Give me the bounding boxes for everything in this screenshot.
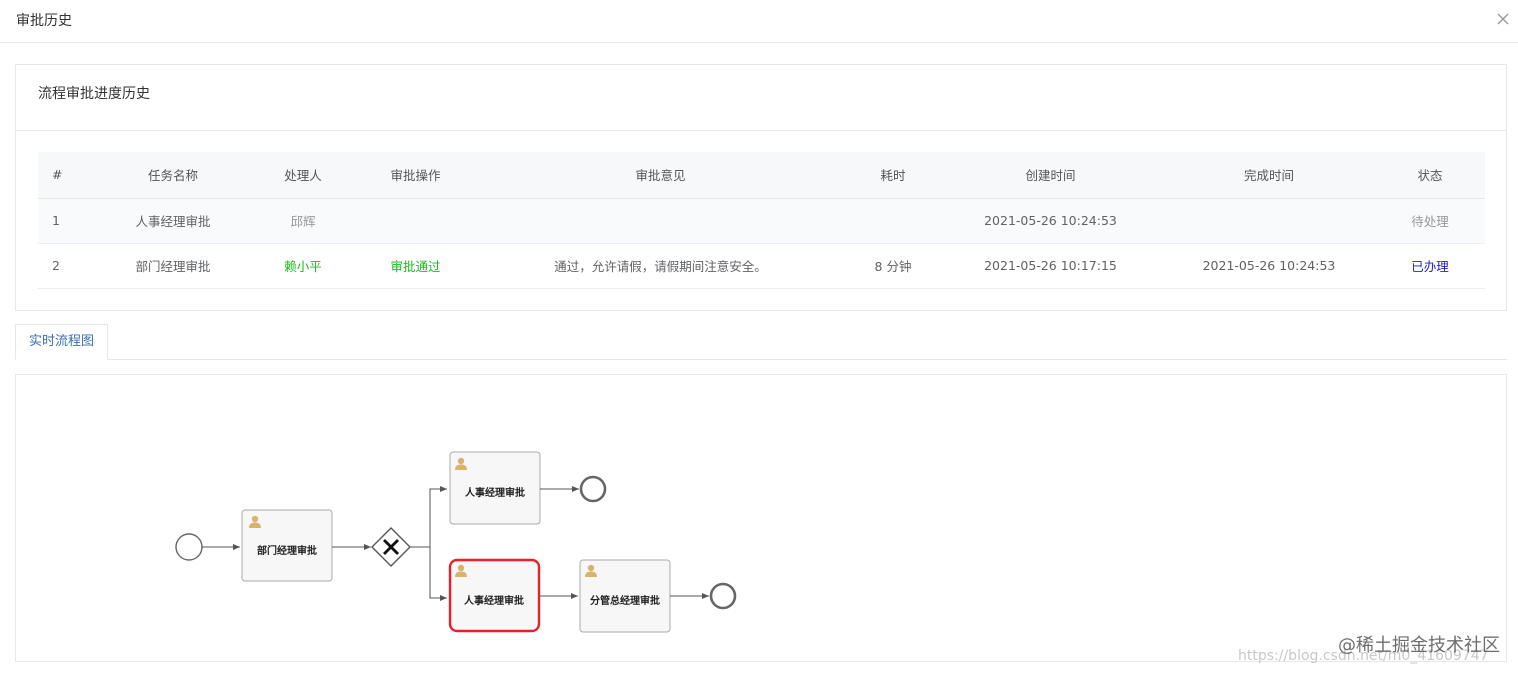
- history-card-header: 流程审批进度历史: [16, 65, 1506, 131]
- col-header-handler: 处理人: [248, 152, 358, 199]
- cell-opinion: [473, 198, 848, 244]
- tab-bar: 实时流程图: [15, 324, 1507, 360]
- table-header-row: # 任务名称 处理人 审批操作 审批意见 耗时 创建时间 完成时间 状态: [38, 152, 1485, 199]
- col-header-created: 创建时间: [938, 152, 1163, 199]
- table-row: 1 人事经理审批 邱辉 2021-05-26 10:24:53 待处理: [38, 198, 1485, 244]
- col-header-duration: 耗时: [848, 152, 938, 199]
- flow-diagram-canvas: 部门经理审批 人事经理审批 人事经理审批 分管总经理审批: [175, 451, 737, 633]
- end-event: [579, 475, 607, 503]
- col-header-task: 任务名称: [98, 152, 248, 199]
- history-title: 流程审批进度历史: [38, 86, 150, 102]
- cell-status: 待处理: [1375, 198, 1485, 244]
- task-label: 部门经理审批: [257, 544, 317, 557]
- table-row: 2 部门经理审批 赖小平 审批通过 通过，允许请假，请假期间注意安全。 8 分钟…: [38, 243, 1485, 289]
- start-event: [175, 533, 203, 561]
- cell-duration: 8 分钟: [848, 243, 938, 289]
- col-header-completed: 完成时间: [1163, 152, 1375, 199]
- task-general-manager: 分管总经理审批: [579, 559, 671, 633]
- flow-diagram: 部门经理审批 人事经理审批 人事经理审批 分管总经理审批: [15, 374, 1507, 662]
- sequence-flow: [410, 486, 447, 548]
- cell-handler: 邱辉: [248, 198, 358, 244]
- col-header-status: 状态: [1375, 152, 1485, 199]
- cell-completed: [1163, 198, 1375, 244]
- task-label: 分管总经理审批: [590, 594, 660, 607]
- task-label: 人事经理审批: [465, 486, 525, 499]
- col-header-index: #: [38, 152, 98, 199]
- task-hr-manager-top: 人事经理审批: [449, 451, 541, 525]
- cell-completed: 2021-05-26 10:24:53: [1163, 243, 1375, 289]
- history-table: # 任务名称 处理人 审批操作 审批意见 耗时 创建时间 完成时间 状态 1 人…: [38, 152, 1485, 289]
- end-event: [709, 582, 737, 610]
- cell-action: 审批通过: [358, 243, 473, 289]
- exclusive-gateway: [371, 527, 411, 567]
- task-dept-manager: 部门经理审批: [241, 509, 333, 582]
- task-hr-manager-active: 人事经理审批: [448, 558, 541, 633]
- cell-index: 1: [38, 198, 98, 244]
- cell-status: 已办理: [1375, 243, 1485, 289]
- cell-created: 2021-05-26 10:17:15: [938, 243, 1163, 289]
- dialog-header: 审批历史: [0, 0, 1518, 43]
- task-label: 人事经理审批: [464, 594, 524, 607]
- cell-task: 部门经理审批: [98, 243, 248, 289]
- tab-realtime-flow[interactable]: 实时流程图: [15, 324, 108, 360]
- close-icon[interactable]: [1492, 8, 1514, 30]
- history-card: 流程审批进度历史 # 任务名称 处理人 审批操作 审批意见 耗时 创建时间 完成…: [15, 64, 1507, 311]
- cell-handler: 赖小平: [248, 243, 358, 289]
- cell-task: 人事经理审批: [98, 198, 248, 244]
- sequence-flow: [410, 546, 447, 601]
- cell-index: 2: [38, 243, 98, 289]
- col-header-opinion: 审批意见: [473, 152, 848, 199]
- cell-duration: [848, 198, 938, 244]
- col-header-action: 审批操作: [358, 152, 473, 199]
- dialog-title: 审批历史: [16, 13, 72, 29]
- watermark-brand: @稀土掘金技术社区: [1338, 635, 1500, 656]
- cell-action: [358, 198, 473, 244]
- cell-opinion: 通过，允许请假，请假期间注意安全。: [473, 243, 848, 289]
- cell-created: 2021-05-26 10:24:53: [938, 198, 1163, 244]
